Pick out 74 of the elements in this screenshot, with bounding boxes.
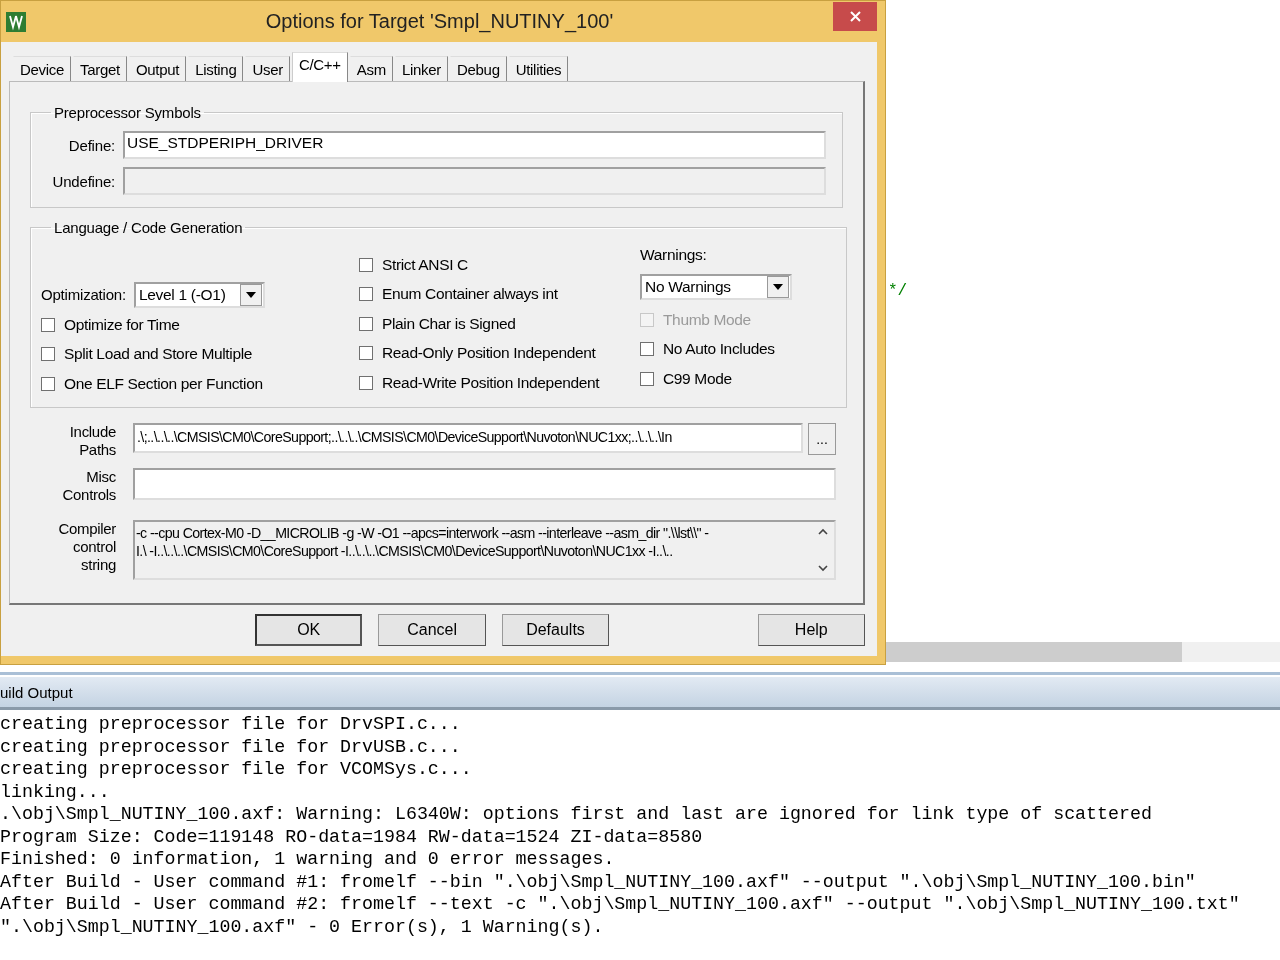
log-line: creating preprocessor file for DrvUSB.c... [0, 735, 462, 758]
warnings-dropdown[interactable]: No Warnings [640, 274, 792, 300]
tab[interactable]: Linker [394, 56, 448, 81]
input-field[interactable]: USE_STDPERIPH_DRIVER [123, 131, 826, 159]
tab[interactable]: Output [128, 56, 187, 81]
field-label: Warnings: [640, 245, 708, 265]
dropdown-caret-icon [773, 284, 783, 290]
group-title: Language / Code Generation [53, 219, 244, 236]
group-title: Preprocessor Symbols [53, 104, 202, 121]
dropdown-caret-icon [245, 291, 256, 298]
field-label: Define: [67, 136, 115, 154]
dialog-button[interactable]: OK [255, 614, 363, 646]
code-line: */ [888, 281, 909, 301]
scroll-up-icon[interactable] [818, 527, 828, 535]
checkbox-label: Read-Write Position Independent [382, 373, 600, 392]
close-button[interactable] [833, 2, 877, 31]
tab[interactable]: C/C++ [291, 52, 348, 82]
checkbox-label: Split Load and Store Multiple [64, 345, 253, 364]
log-line: Finished: 0 information, 1 warning and 0 error messages. [0, 848, 616, 871]
text-line: -c --cpu Cortex-M0 -D__MICROLIB -g -W -O1 --apcs=interwork --asm --interleave --asm_dir ".\\lst\\" - [136, 523, 710, 542]
tab[interactable]: Device [13, 56, 72, 81]
checkbox[interactable] [359, 287, 373, 302]
log-line: linking... [0, 780, 111, 803]
checkbox[interactable] [640, 371, 654, 386]
checkbox[interactable] [41, 317, 55, 332]
checkbox[interactable] [41, 376, 55, 391]
browse-button[interactable]: ... [808, 422, 836, 455]
checkbox-label: Plain Char is Signed [382, 314, 516, 333]
tab[interactable]: Utilities [508, 56, 569, 81]
checkbox-label: No Auto Includes [663, 340, 775, 359]
checkbox[interactable] [359, 257, 373, 272]
checkbox-label: One ELF Section per Function [64, 374, 263, 393]
input-field[interactable]: .\;..\..\..\CMSIS\CM0\CoreSupport;..\..\..\CMSIS\CM0\DeviceSupport\Nuvoton\NUC1xx;..\..\..\In [133, 422, 803, 453]
text-line: I.\ -I..\..\..\CMSIS\CM0\CoreSupport -I..\..\..\CMSIS\CM0\DeviceSupport\Nuvoton\NUC1xx -I..\.. [136, 541, 674, 560]
window-title: Options for Target 'Smpl_NUTINY_100' [264, 10, 615, 33]
field-label: Optimization: [41, 286, 126, 303]
scroll-down-icon[interactable] [818, 564, 828, 572]
dialog-button[interactable]: Help [757, 614, 865, 646]
tab[interactable]: Listing [188, 56, 244, 81]
log-line: ".\obj\Smpl_NUTINY_100.axf" - 0 Error(s), 1 Warning(s). [0, 915, 605, 938]
checkbox[interactable] [359, 346, 373, 361]
checkbox-label: Optimize for Time [64, 315, 180, 334]
log-line: After Build - User command #1: fromelf --bin ".\obj\Smpl_NUTINY_100.axf" --output ".\obj\Smpl_NUTINY_100.bin" [0, 870, 1197, 893]
checkbox-label: Enum Container always int [382, 285, 558, 304]
field-label: Misc Controls [61, 467, 116, 504]
tab[interactable]: Asm [349, 56, 393, 81]
checkbox[interactable] [359, 316, 373, 331]
dialog-button[interactable]: Cancel [378, 614, 486, 646]
log-line: .\obj\Smpl_NUTINY_100.axf: Warning: L6340W: options first and last are ignored for link type of scattered [0, 803, 1153, 826]
log-line: creating preprocessor file for DrvSPI.c... [0, 713, 462, 736]
text-area[interactable]: -c --cpu Cortex-M0 -D__MICROLIB -g -W -O1 --apcs=interwork --asm --interleave --asm_dir ".\\lst\\" - I.\ -I..\..\..\CMSIS\CM0\CoreSupport -I..\..\..\CMSIS\CM0\DeviceSupport\Nuvoton\NUC1xx -I..\.. [133, 519, 836, 580]
log-line: Program Size: Code=119148 RO-data=1984 RW-data=1524 ZI-data=8580 [0, 825, 704, 848]
optimization-dropdown[interactable]: Level 1 (-O1) [133, 281, 265, 308]
horizontal-scrollbar[interactable] [886, 642, 1280, 662]
tab[interactable]: Target [73, 56, 127, 81]
checkbox[interactable] [41, 347, 55, 362]
tab[interactable]: Debug [449, 56, 507, 81]
log-line: After Build - User command #2: fromelf --text -c ".\obj\Smpl_NUTINY_100.axf" --output ".\obj\Smpl_NUTINY_100.txt" [0, 893, 1241, 916]
checkbox[interactable] [640, 342, 654, 357]
panel-title: uild Output [0, 683, 73, 701]
checkbox-label: Read-Only Position Independent [382, 344, 596, 363]
tab[interactable]: User [245, 56, 290, 81]
field-label: Compiler control string [57, 519, 116, 574]
input-field[interactable] [133, 467, 836, 500]
field-label: Include Paths [68, 422, 116, 459]
dialog-button[interactable]: Defaults [501, 614, 610, 646]
checkbox-label: Thumb Mode [663, 310, 751, 329]
field-label: Undefine: [51, 172, 115, 190]
checkbox-label: C99 Mode [663, 369, 732, 388]
app-icon [6, 11, 26, 32]
checkbox-label: Strict ANSI C [382, 255, 468, 274]
close-icon [849, 11, 861, 22]
log-line: creating preprocessor file for VCOMSys.c... [0, 758, 473, 781]
checkbox[interactable] [359, 375, 373, 390]
